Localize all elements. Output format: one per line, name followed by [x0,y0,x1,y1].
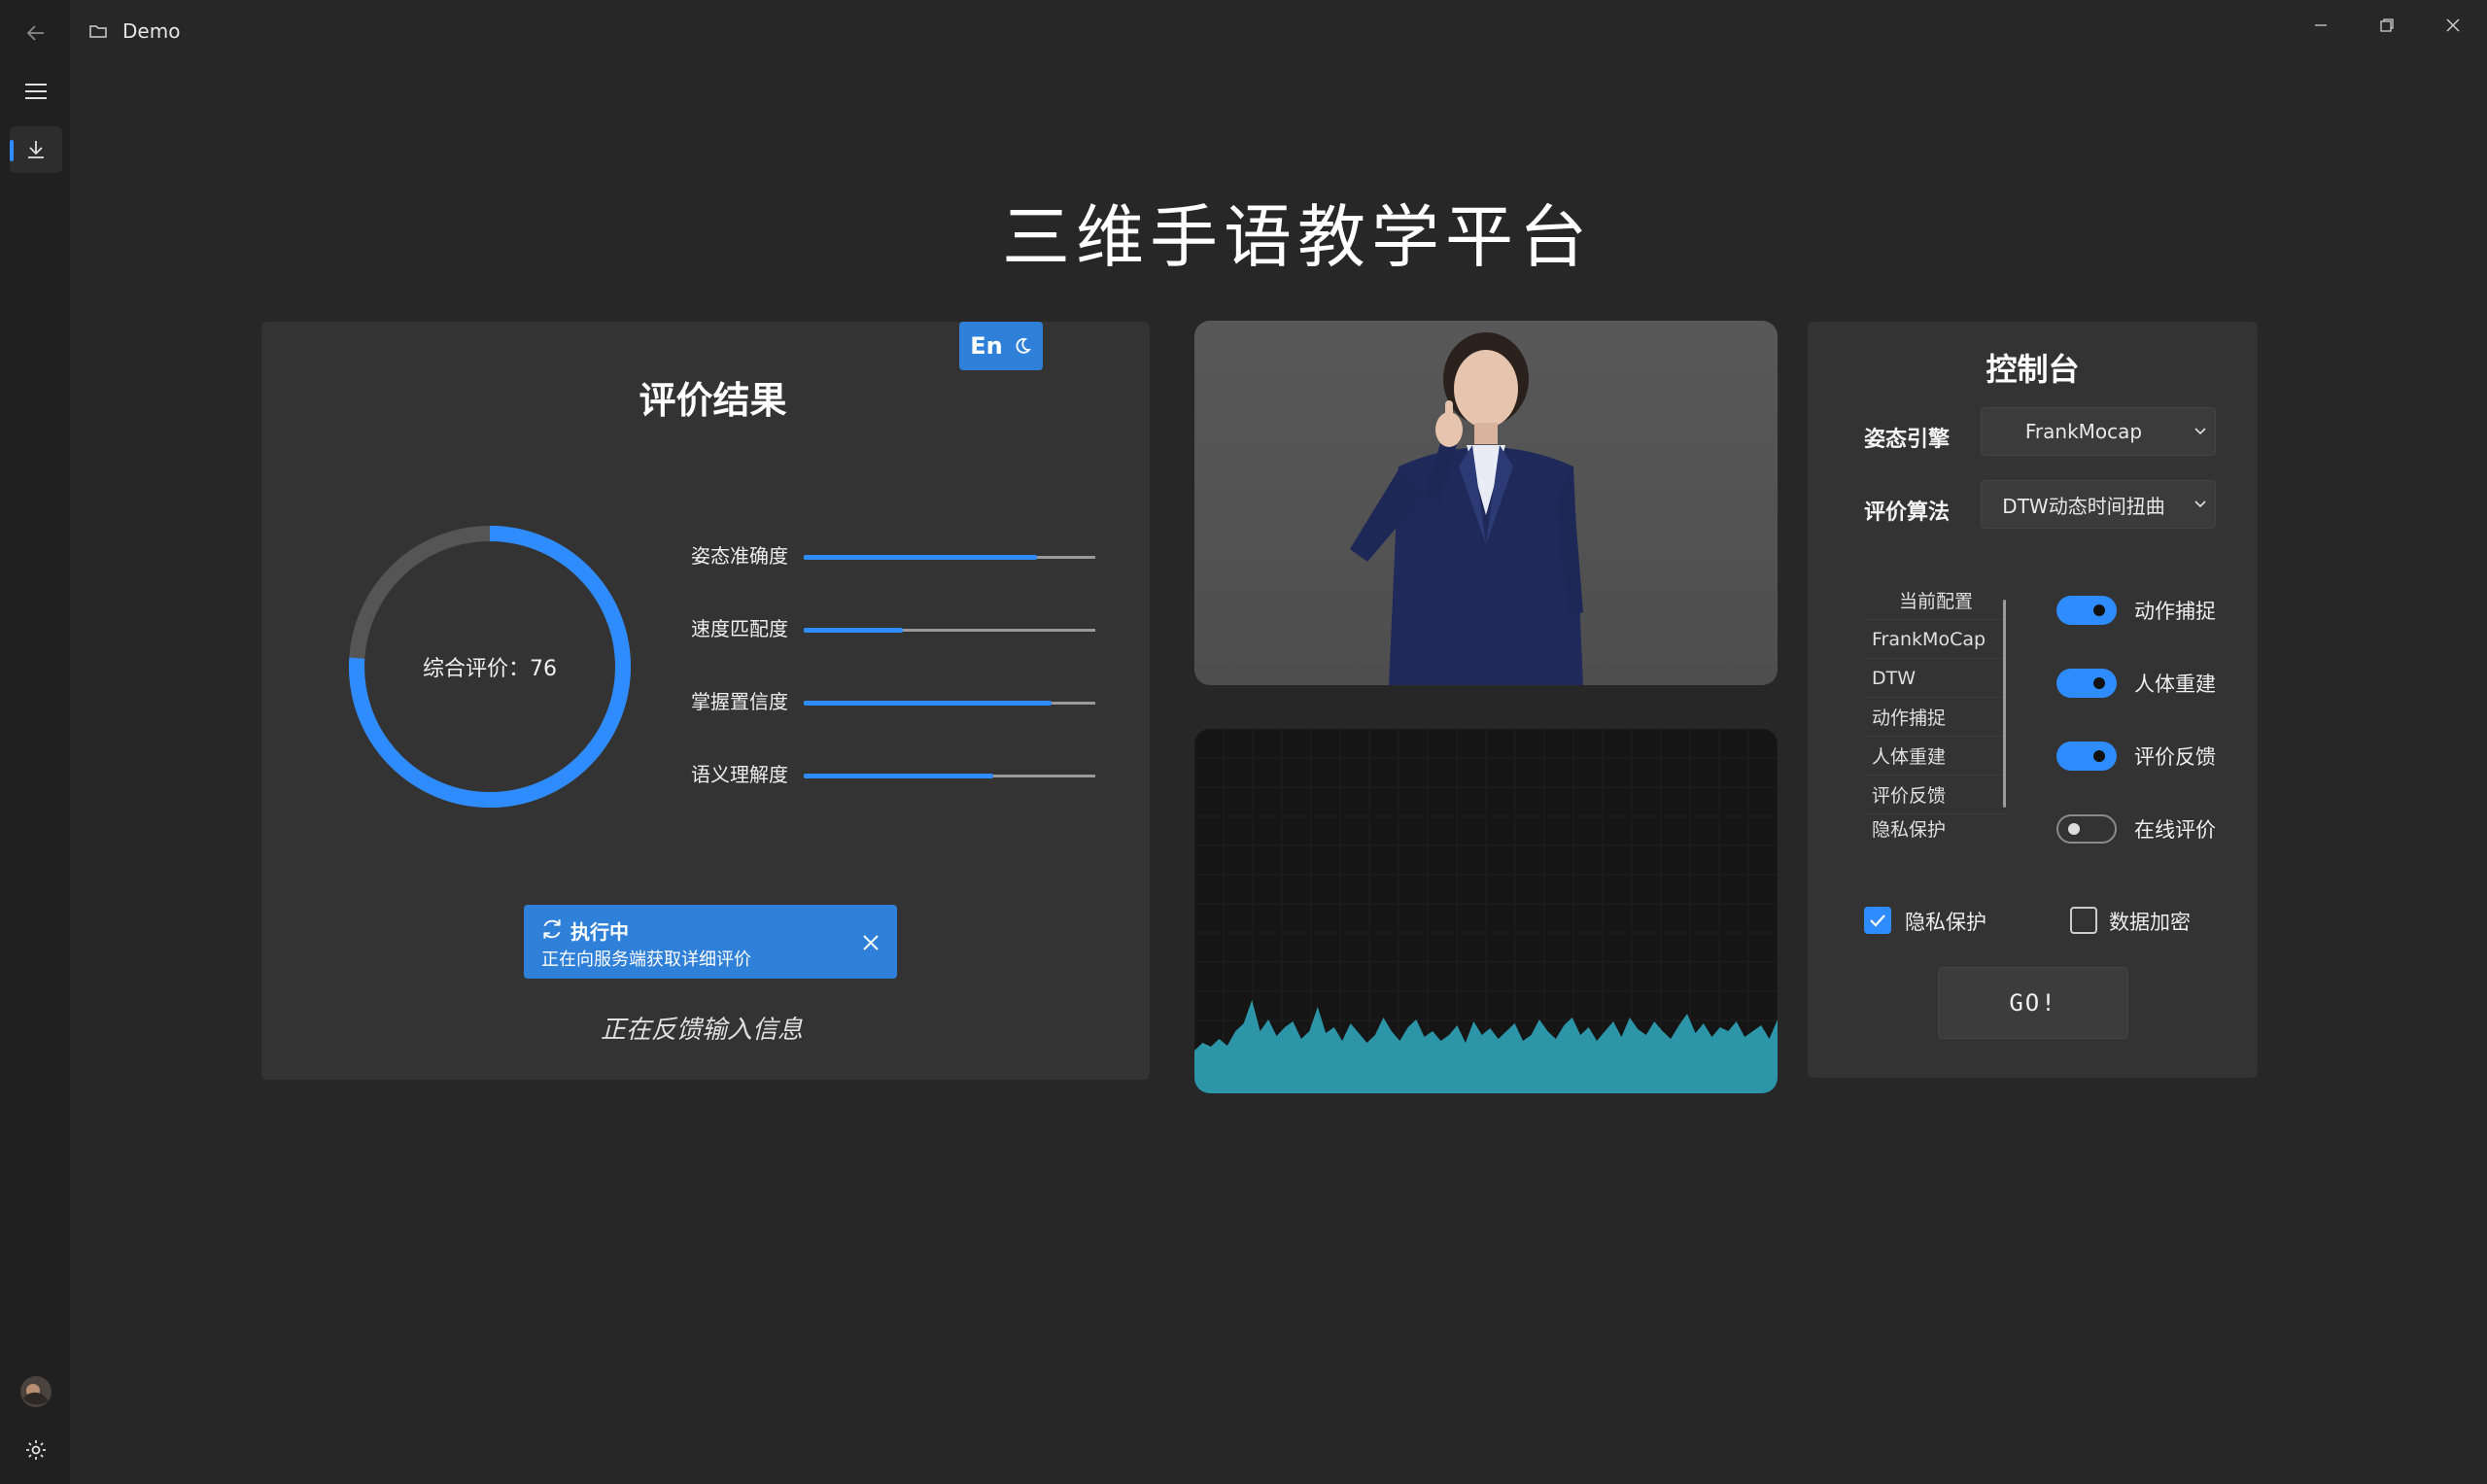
engine-select[interactable]: FrankMocap [1981,407,2216,456]
encryption-checkbox[interactable] [2070,907,2097,934]
back-button[interactable] [10,10,62,56]
download-icon [28,141,44,158]
page-title: 三维手语教学平台 [1002,197,1593,277]
language-label: En [970,332,1003,360]
toggle-label: 动作捕捉 [2134,600,2216,623]
list-item[interactable]: 隐私保护 [1864,813,2008,843]
metric-fill [804,628,903,633]
list-item[interactable]: DTW [1864,658,2008,697]
language-theme-toggle[interactable]: En [959,322,1043,370]
evaluation-feedback-toggle[interactable] [2056,742,2117,771]
config-list-scrollbar[interactable] [2003,600,2006,808]
checkbox-label: 数据加密 [2109,911,2191,934]
go-button[interactable]: GO! [1938,967,2128,1039]
metric-label: 语义理解度 [691,763,788,786]
waveform-chart [1194,729,1778,1093]
folder-icon [89,23,107,43]
list-item[interactable]: FrankMoCap [1864,619,2008,658]
hamburger-icon [25,84,47,99]
moon-icon [1016,337,1031,354]
menu-button[interactable] [10,68,62,115]
sign-language-avatar-image [1350,332,1583,685]
body-reconstruction-toggle[interactable] [2056,669,2117,698]
metric-label: 掌握置信度 [691,690,788,713]
download-nav-button[interactable] [10,126,62,173]
engine-select-value: FrankMocap [2024,420,2143,443]
algorithm-select[interactable]: DTW动态时间扭曲 [1981,480,2216,529]
close-window-button[interactable] [2428,8,2478,43]
overall-score-label: 综合评价：76 [423,657,557,681]
metric-label: 姿态准确度 [691,544,788,568]
metric-slider[interactable] [804,701,1095,706]
toggle-label: 在线评价 [2134,818,2216,842]
list-item[interactable]: 人体重建 [1864,736,2008,775]
motion-waveform-panel [1194,729,1778,1093]
chevron-down-icon [2194,428,2206,435]
window-title: Demo [122,19,181,43]
avatar-viewport[interactable] [1194,321,1778,685]
restore-icon [2380,18,2394,32]
sync-icon [543,919,561,939]
config-list[interactable]: 当前配置 FrankMoCap DTW 动作捕捉 人体重建 评价反馈 隐私保护 [1864,580,2008,843]
metric-row: 语义理解度 [668,759,1095,792]
toast-title: 执行中 [570,920,629,944]
metric-slider[interactable] [804,628,1095,633]
close-icon [2446,18,2460,32]
checkmark-icon [1870,915,1885,927]
evaluation-title: 评价结果 [639,379,787,422]
metric-row: 速度匹配度 [668,613,1095,646]
control-panel: 控制台 姿态引擎 FrankMocap 评价算法 DTW动态时间扭曲 当前配置 … [1808,322,2258,1078]
back-arrow-icon [26,25,44,41]
gear-icon [26,1440,46,1460]
algorithm-select-value: DTW动态时间扭曲 [2002,494,2165,518]
toast-message: 正在向服务端获取详细评价 [541,949,751,970]
control-title: 控制台 [1986,351,2080,388]
metric-fill [804,774,993,778]
close-icon [863,935,879,950]
algorithm-label: 评价算法 [1864,500,1951,525]
metric-row: 掌握置信度 [668,686,1095,719]
minimize-icon [2315,24,2327,26]
list-item[interactable]: 评价反馈 [1864,775,2008,813]
chevron-down-icon [2194,500,2206,508]
metric-label: 速度匹配度 [691,617,788,640]
toggle-label: 评价反馈 [2134,745,2216,769]
online-evaluation-toggle[interactable] [2056,814,2117,844]
config-list-header: 当前配置 [1898,590,1973,612]
metric-fill [804,701,1052,706]
engine-label: 姿态引擎 [1864,428,1951,452]
toggle-label: 人体重建 [2134,673,2216,696]
avatar [20,1376,52,1407]
metric-fill [804,555,1037,560]
motion-capture-toggle[interactable] [2056,596,2117,625]
metric-row: 姿态准确度 [668,540,1095,573]
minimize-button[interactable] [2296,8,2346,43]
metric-slider[interactable] [804,774,1095,778]
evaluation-panel: En 评价结果 综合评价：76 姿态准确度 速度匹配度 掌握置信度 语义理解度 … [261,322,1150,1080]
privacy-checkbox[interactable] [1864,907,1891,934]
checkbox-label: 隐私保护 [1905,911,1986,934]
user-avatar-button[interactable] [10,1368,62,1415]
list-item[interactable]: 动作捕捉 [1864,697,2008,736]
toast-close-button[interactable] [858,930,883,955]
status-toast: 执行中 正在向服务端获取详细评价 [524,905,897,979]
metric-slider[interactable] [804,555,1095,560]
feedback-status: 正在反馈输入信息 [600,1016,803,1045]
settings-button[interactable] [10,1427,62,1473]
restore-button[interactable] [2362,8,2412,43]
